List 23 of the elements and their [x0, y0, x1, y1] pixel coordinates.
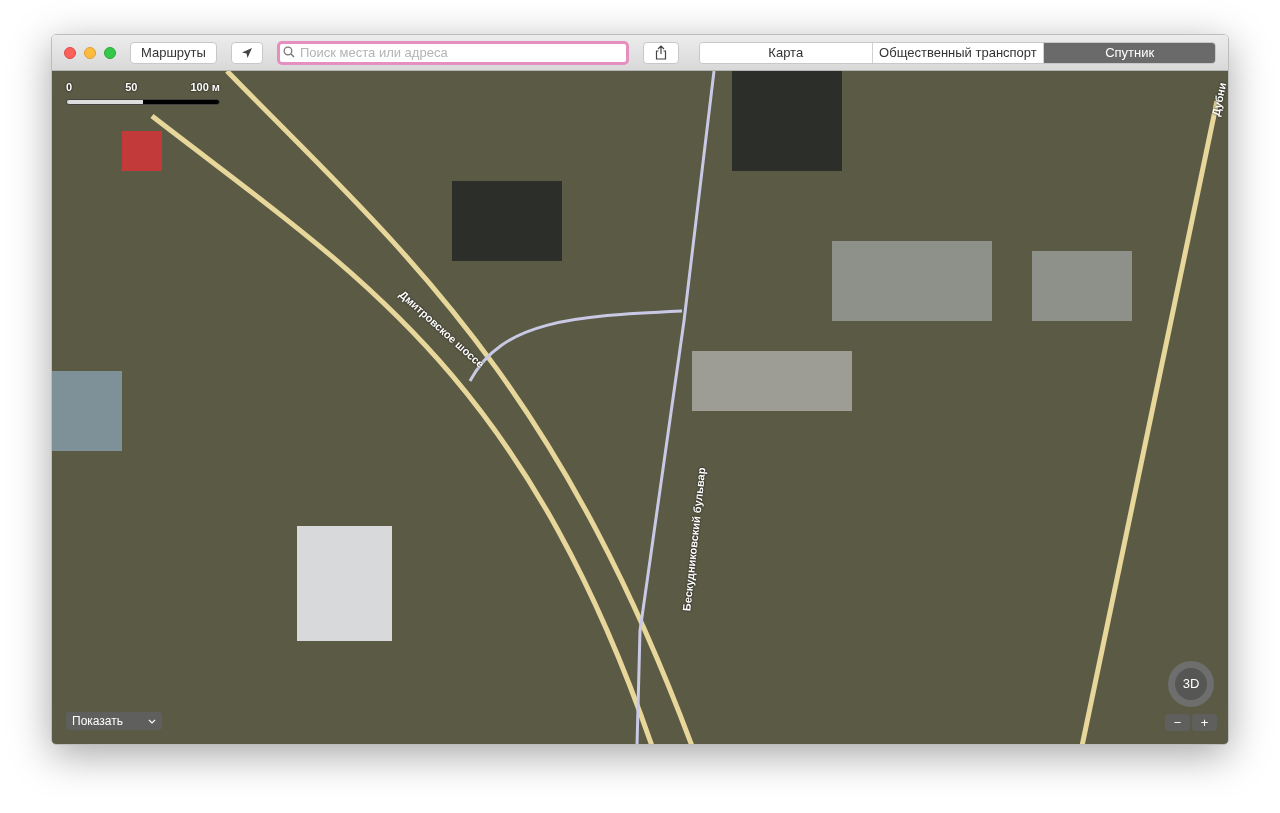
location-button[interactable]: [230, 41, 263, 64]
scale-label: 50: [125, 80, 138, 95]
scale-label: 0: [66, 80, 73, 95]
zoom-in-button[interactable]: +: [1192, 714, 1217, 731]
share-icon: [654, 45, 667, 60]
minimize-button[interactable]: [84, 46, 96, 59]
compass-3d-button[interactable]: 3D: [1168, 661, 1214, 707]
road-label: Бескудниковский бульвар: [679, 466, 709, 612]
chevron-down-icon: [148, 718, 156, 724]
zoom-out-button[interactable]: −: [1165, 714, 1190, 731]
search-field[interactable]: Поиск места или адреса: [276, 40, 629, 65]
view-tab[interactable]: Общественный транспорт: [871, 42, 1044, 63]
share-button[interactable]: [642, 41, 679, 64]
show-menu-button[interactable]: Показать: [66, 712, 162, 730]
view-tab[interactable]: Спутник: [1043, 42, 1215, 63]
view-tab[interactable]: Карта: [699, 42, 872, 63]
routes-button[interactable]: Маршруты: [130, 41, 217, 64]
road-label: Дубни: [1208, 80, 1228, 118]
location-arrow-icon: [240, 46, 253, 59]
scale-label: 100 м: [190, 80, 220, 95]
close-button[interactable]: [64, 46, 76, 59]
zoom-button[interactable]: [104, 46, 116, 59]
search-icon: [282, 46, 295, 59]
